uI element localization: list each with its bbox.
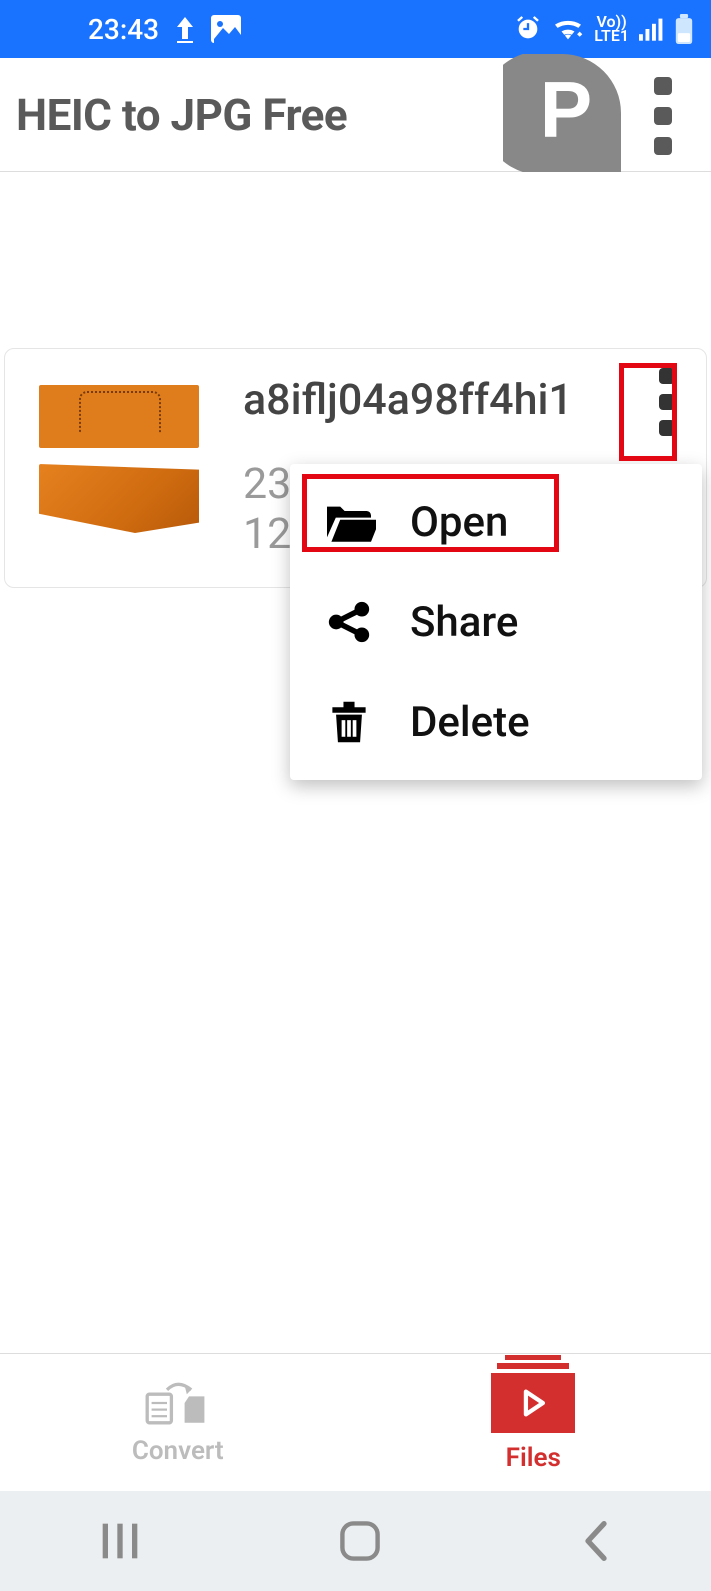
file-meta-line1: 23	[243, 459, 291, 509]
menu-share[interactable]: Share	[290, 572, 702, 672]
files-icon	[491, 1373, 575, 1433]
app-menu-button[interactable]	[633, 76, 693, 156]
tab-files[interactable]: Files	[356, 1354, 711, 1491]
app-title: HEIC to JPG Free	[16, 89, 347, 141]
home-button[interactable]	[338, 1519, 382, 1563]
menu-share-label: Share	[410, 598, 518, 647]
status-bar: 23:43 Vo)) LTE1	[0, 0, 711, 58]
svg-text:P: P	[540, 66, 592, 154]
app-bar: HEIC to JPG Free P	[0, 58, 711, 172]
battery-icon	[675, 14, 693, 44]
file-name: a8iflj04a98ff4hi1	[243, 375, 573, 425]
tab-files-label: Files	[506, 1443, 561, 1473]
context-menu: Open Share Delete	[290, 464, 702, 780]
recent-apps-button[interactable]	[98, 1521, 142, 1561]
menu-delete-label: Delete	[410, 698, 530, 747]
bottom-tabs: Convert Files	[0, 1353, 711, 1491]
tab-convert[interactable]: Convert	[0, 1354, 356, 1491]
folder-open-icon	[322, 500, 376, 544]
file-thumbnail	[39, 385, 199, 533]
trash-icon	[322, 698, 376, 746]
signal-icon	[639, 17, 665, 41]
status-time: 23:43	[88, 13, 159, 46]
status-network: LTE1	[594, 29, 629, 43]
convert-icon	[145, 1380, 211, 1426]
upload-icon	[173, 15, 197, 43]
wifi-icon	[552, 16, 584, 42]
file-meta-line2: 12	[243, 509, 291, 559]
image-icon	[211, 15, 241, 43]
menu-open-label: Open	[410, 498, 508, 547]
file-menu-button[interactable]	[642, 361, 692, 443]
alarm-icon	[514, 15, 542, 43]
menu-open[interactable]: Open	[290, 472, 702, 572]
back-button[interactable]	[579, 1521, 613, 1561]
p-logo: P	[503, 54, 621, 172]
menu-delete[interactable]: Delete	[290, 672, 702, 772]
tab-convert-label: Convert	[132, 1436, 224, 1466]
share-icon	[322, 600, 376, 644]
android-nav	[0, 1491, 711, 1591]
